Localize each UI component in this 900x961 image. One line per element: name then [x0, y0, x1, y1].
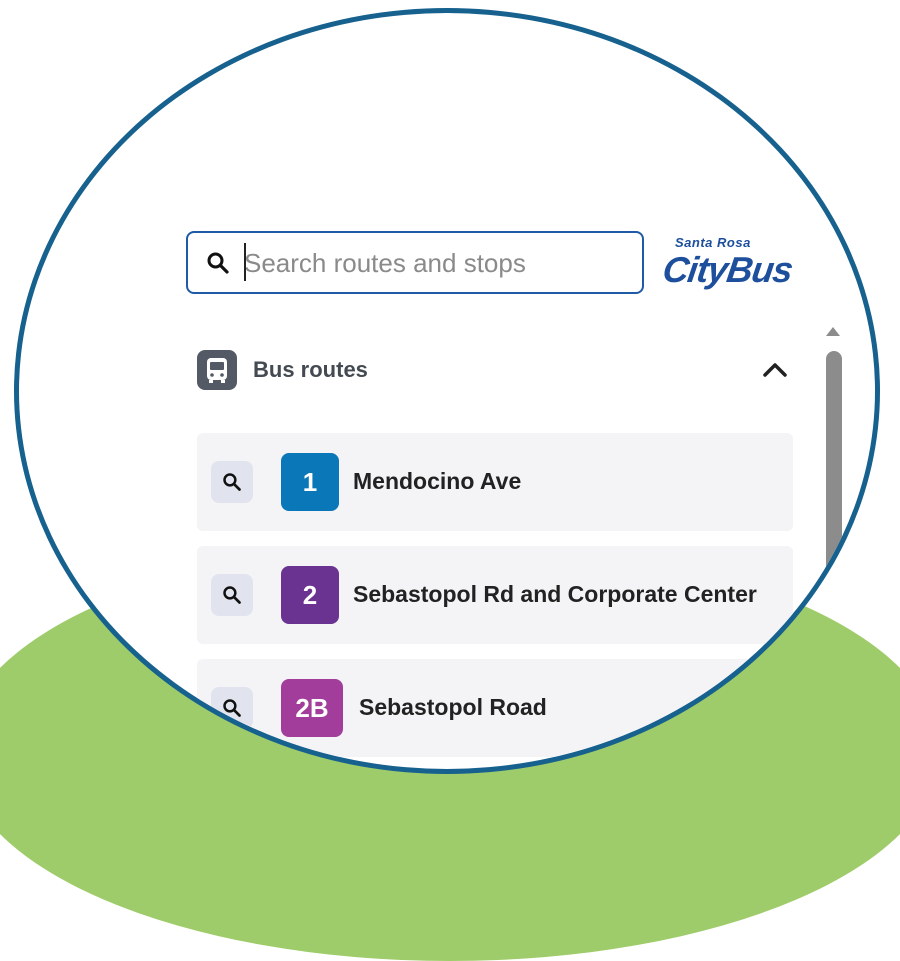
search-input[interactable] — [244, 245, 624, 281]
route-row-2[interactable]: 2 Sebastopol Rd and Corporate Center — [197, 546, 793, 644]
route-badge: 2B — [281, 679, 343, 737]
section-title: Bus routes — [253, 357, 368, 382]
search-icon — [223, 699, 241, 717]
citybus-logo: Santa Rosa CityBus — [660, 235, 833, 291]
chevron-up-icon[interactable] — [761, 358, 789, 385]
route-badge: 2 — [281, 566, 339, 624]
bus-icon — [197, 350, 237, 390]
search-icon — [206, 251, 230, 280]
route-search-button[interactable] — [211, 687, 253, 729]
circular-frame: Santa Rosa CityBus Bus routes — [14, 8, 880, 774]
route-row-1[interactable]: 1 Mendocino Ave — [197, 433, 793, 531]
bus-routes-header[interactable]: Bus routes — [197, 348, 797, 392]
route-name: Mendocino Ave — [353, 468, 522, 494]
route-row-3[interactable]: 2B Sebastopol Road — [197, 659, 793, 757]
search-icon — [223, 473, 241, 491]
route-name: Sebastopol Rd and Corporate Center — [353, 581, 757, 607]
route-name: Sebastopol Road — [359, 694, 547, 720]
text-caret — [244, 243, 246, 281]
route-search-button[interactable] — [211, 461, 253, 503]
route-badge: 1 — [281, 453, 339, 511]
search-box[interactable] — [186, 231, 644, 294]
scrollbar-thumb[interactable] — [826, 351, 842, 769]
logo-title: CityBus — [660, 249, 795, 290]
logo-subtitle: Santa Rosa — [675, 235, 751, 250]
scroll-up-arrow[interactable] — [826, 327, 840, 336]
search-icon — [223, 586, 241, 604]
route-search-button[interactable] — [211, 574, 253, 616]
